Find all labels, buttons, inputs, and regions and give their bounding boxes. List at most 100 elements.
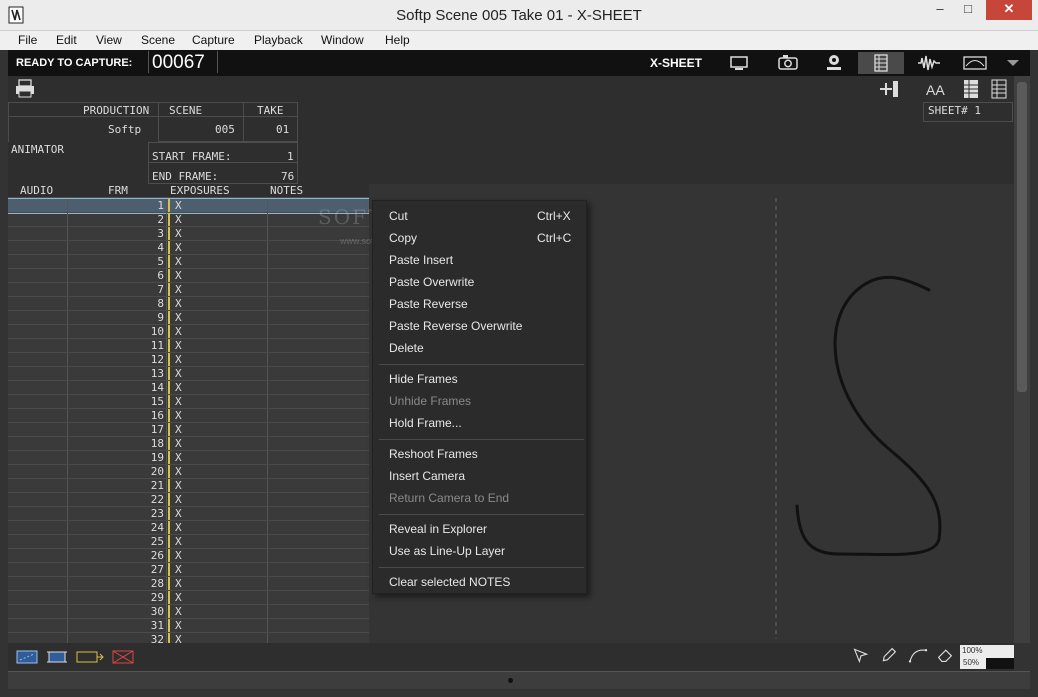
audio-cell[interactable] [8,549,68,562]
frame-number-cell[interactable]: 19 [69,451,167,464]
exposure-cell[interactable]: X [168,311,268,324]
audio-cell[interactable] [8,633,68,643]
arrow-tool-icon[interactable] [850,647,872,663]
exposure-cell[interactable]: X [168,325,268,338]
exposure-cell[interactable]: X [168,199,268,212]
monitor-icon[interactable] [716,52,762,74]
table-row[interactable]: 12 X [8,353,369,367]
minimize-button[interactable]: – [926,0,954,20]
table-row[interactable]: 11 X [8,339,369,353]
table-row[interactable]: 26 X [8,549,369,563]
exposure-cell[interactable]: X [168,437,268,450]
table-row[interactable]: 13 X [8,367,369,381]
notes-cell[interactable] [269,283,369,296]
webcam-icon[interactable] [811,52,857,74]
notes-cell[interactable] [269,423,369,436]
extend-icon[interactable] [76,649,104,665]
font-size-toggle[interactable]: AA [926,82,945,98]
menu-item-reveal-in-explorer[interactable]: Reveal in Explorer [389,522,487,536]
exposure-cell[interactable]: X [168,633,268,643]
frame-number-cell[interactable]: 32 [69,633,167,643]
xsheet-icon[interactable] [858,52,904,74]
exposure-cell[interactable]: X [168,465,268,478]
frame-number-cell[interactable]: 4 [69,241,167,254]
audio-cell[interactable] [8,619,68,632]
exposure-cell[interactable]: X [168,507,268,520]
table-row[interactable]: 25 X [8,535,369,549]
frame-number-cell[interactable]: 20 [69,465,167,478]
audio-cell[interactable] [8,395,68,408]
eraser-tool-icon[interactable] [934,647,956,663]
column-audio[interactable]: AUDIO [20,184,53,197]
exposure-cell[interactable]: X [168,283,268,296]
frame-number-cell[interactable]: 6 [69,269,167,282]
exposure-cell[interactable]: X [168,479,268,492]
frame-number-cell[interactable]: 9 [69,311,167,324]
menu-playback[interactable]: Playback [254,33,303,47]
frame-number-cell[interactable]: 1 [69,199,167,212]
add-column-icon[interactable] [878,79,900,99]
exposure-cell[interactable]: X [168,577,268,590]
notes-cell[interactable] [269,367,369,380]
vertical-scrollbar[interactable] [1014,76,1030,643]
table-row[interactable]: 1X [8,198,369,214]
notes-cell[interactable] [269,577,369,590]
frame-number-cell[interactable]: 13 [69,367,167,380]
scrollbar-thumb[interactable] [1017,82,1027,392]
table-row[interactable]: 7X [8,283,369,297]
table-row[interactable]: 10 X [8,325,369,339]
timeline-icon[interactable] [952,52,998,74]
frame-number-cell[interactable]: 15 [69,395,167,408]
exposure-cell[interactable]: X [168,605,268,618]
audio-cell[interactable] [8,423,68,436]
audio-cell[interactable] [8,507,68,520]
exposure-cell[interactable]: X [168,549,268,562]
frame-number-cell[interactable]: 16 [69,409,167,422]
resize-grip-icon[interactable] [508,678,513,683]
frame-number-cell[interactable]: 27 [69,563,167,576]
menu-edit[interactable]: Edit [56,33,77,47]
column-exposures[interactable]: EXPOSURES [170,184,230,197]
audio-cell[interactable] [8,563,68,576]
notes-cell[interactable] [269,255,369,268]
menu-item-paste-overwrite[interactable]: Paste Overwrite [389,275,474,289]
exposure-cell[interactable]: X [168,535,268,548]
table-row[interactable]: 30 X [8,605,369,619]
exposure-cell[interactable]: X [168,423,268,436]
printer-icon[interactable] [14,79,36,99]
zoom-slider[interactable] [986,658,1014,669]
notes-cell[interactable] [269,395,369,408]
table-row[interactable]: 3X [8,227,369,241]
audio-cell[interactable] [8,521,68,534]
audio-cell[interactable] [8,591,68,604]
notes-cell[interactable] [269,311,369,324]
audio-cell[interactable] [8,199,68,212]
frame-number-cell[interactable]: 7 [69,283,167,296]
frame-number-cell[interactable]: 31 [69,619,167,632]
table-row[interactable]: 24 X [8,521,369,535]
exposure-cell[interactable]: X [168,227,268,240]
table-row[interactable]: 27 X [8,563,369,577]
notes-cell[interactable] [269,535,369,548]
frame-number-cell[interactable]: 17 [69,423,167,436]
select-frames-icon[interactable] [16,649,38,665]
notes-cell[interactable] [269,521,369,534]
frame-number-cell[interactable]: 21 [69,479,167,492]
table-row[interactable]: 22 X [8,493,369,507]
notes-cell[interactable] [269,465,369,478]
audio-cell[interactable] [8,283,68,296]
notes-cell[interactable] [269,297,369,310]
pencil-tool-icon[interactable] [878,647,900,663]
notes-cell[interactable] [269,437,369,450]
table-row[interactable]: 6X [8,269,369,283]
frame-number-cell[interactable]: 12 [69,353,167,366]
frame-number-cell[interactable]: 18 [69,437,167,450]
menu-capture[interactable]: Capture [192,33,235,47]
scene-value[interactable]: 005 [215,123,235,136]
table-row[interactable]: 20 X [8,465,369,479]
notes-cell[interactable] [269,269,369,282]
exposure-cell[interactable]: X [168,381,268,394]
exposure-cell[interactable]: X [168,563,268,576]
menu-item-hide-frames[interactable]: Hide Frames [389,372,458,386]
frame-number-cell[interactable]: 28 [69,577,167,590]
